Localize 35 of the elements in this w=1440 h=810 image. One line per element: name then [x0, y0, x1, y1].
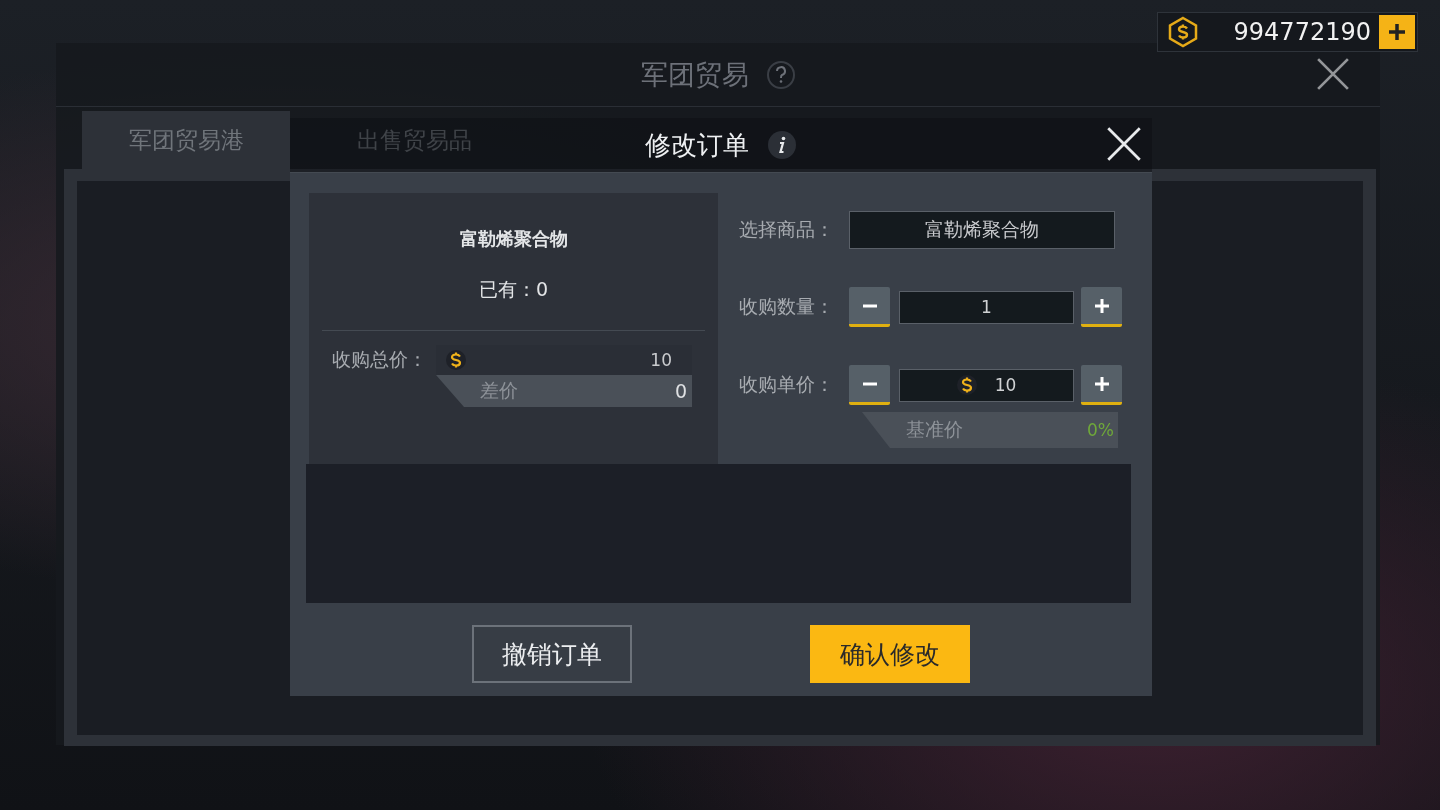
- coin-icon: [1168, 16, 1198, 48]
- confirm-button[interactable]: 确认修改: [810, 625, 970, 683]
- cancel-order-button[interactable]: 撤销订单: [472, 625, 632, 683]
- difference-value: 0: [674, 380, 687, 402]
- dialog-title: 修改订单: [645, 128, 749, 162]
- difference-label: 差价: [480, 378, 518, 403]
- help-icon[interactable]: [767, 60, 795, 89]
- currency-amount: 994772190: [1232, 18, 1372, 46]
- total-price-label: 收购总价：: [332, 347, 428, 372]
- decrease-button[interactable]: [849, 365, 890, 405]
- plus-icon: [1093, 297, 1110, 314]
- add-currency-button[interactable]: [1379, 15, 1415, 49]
- field-label: 收购单价：: [739, 372, 835, 397]
- info-icon[interactable]: [767, 130, 797, 160]
- minus-icon: [861, 381, 878, 386]
- base-price-percent: 0%: [1087, 420, 1114, 440]
- minus-icon: [861, 303, 878, 308]
- increase-button[interactable]: [1081, 365, 1122, 405]
- close-icon[interactable]: [1316, 57, 1350, 91]
- item-select-field[interactable]: 富勒烯聚合物: [849, 211, 1115, 249]
- field-label: 收购数量：: [739, 294, 835, 319]
- item-name: 富勒烯聚合物: [459, 227, 568, 251]
- number-field[interactable]: 1: [899, 290, 1074, 324]
- owned-count: 已有：0: [478, 277, 549, 302]
- plus-icon: [1386, 21, 1408, 43]
- close-icon[interactable]: [1106, 126, 1142, 162]
- window-title: 军团贸易: [641, 57, 749, 92]
- plus-icon: [1093, 375, 1110, 392]
- field-label: 选择商品：: [739, 217, 835, 242]
- coin-icon: [956, 375, 977, 395]
- decrease-button[interactable]: [849, 287, 890, 327]
- base-price-label: 基准价: [906, 417, 963, 442]
- coin-icon: [446, 350, 466, 370]
- number-field[interactable]: 10: [899, 368, 1074, 402]
- increase-button[interactable]: [1081, 287, 1122, 327]
